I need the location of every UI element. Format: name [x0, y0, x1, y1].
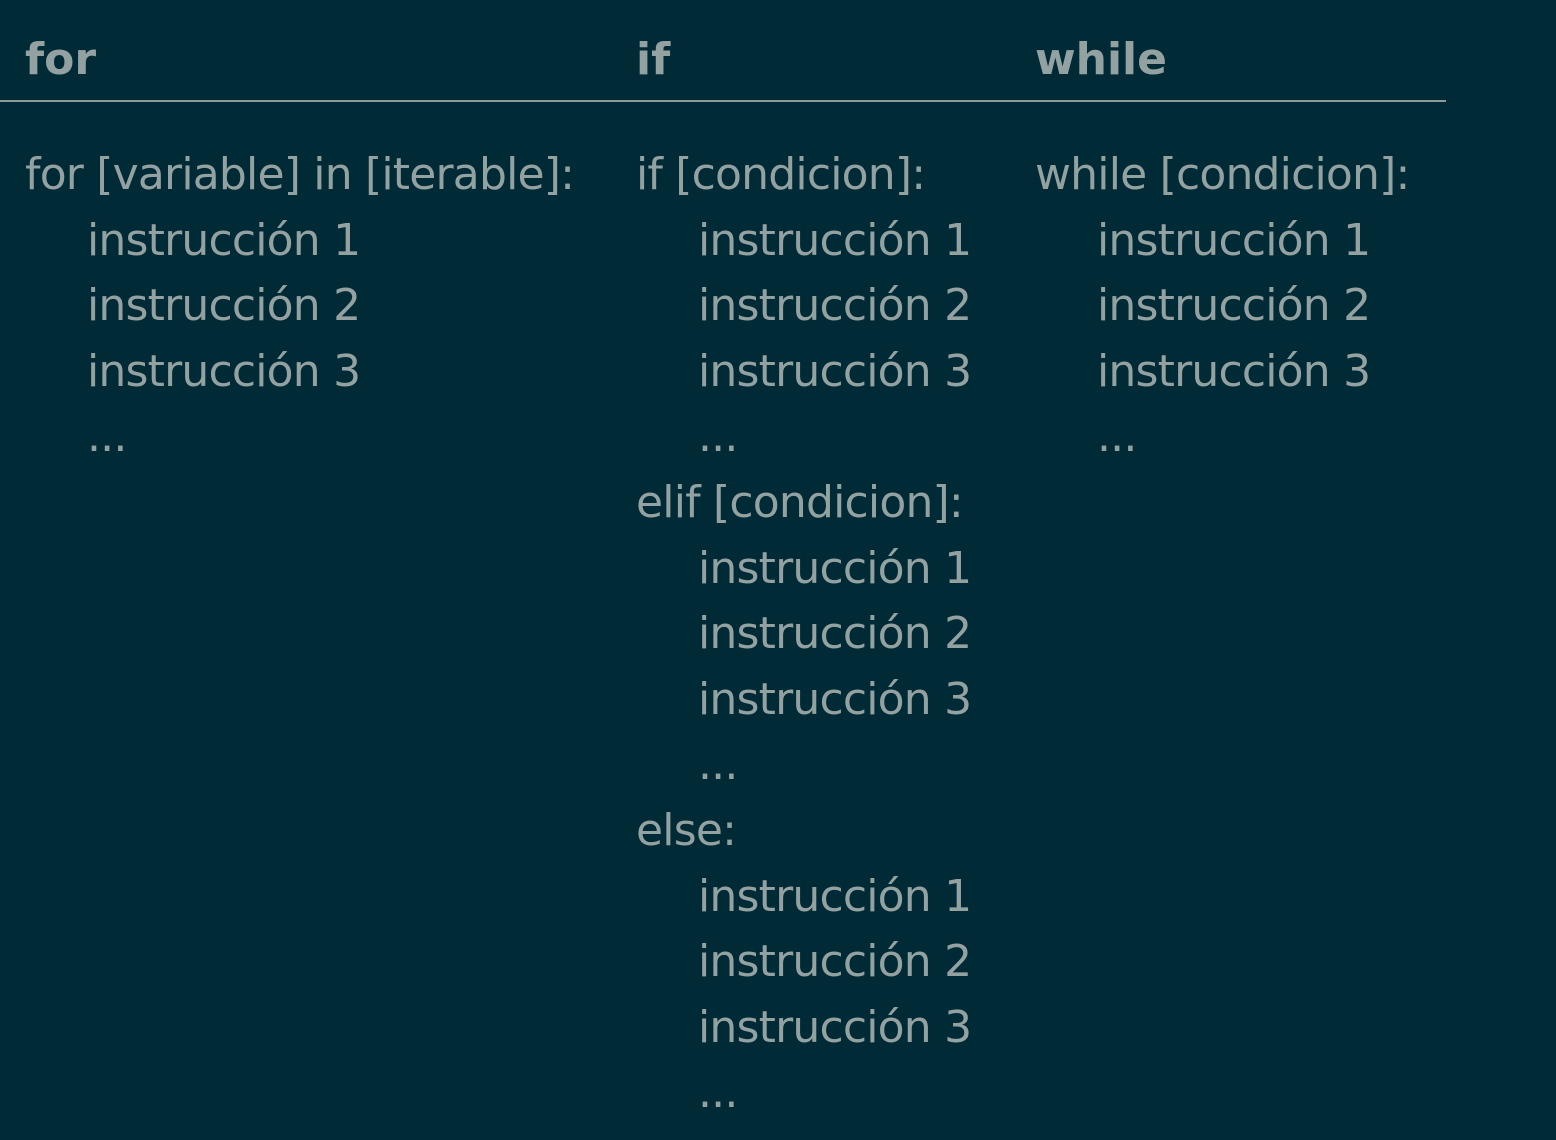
while-instruction-line: instrucción 2 — [1097, 280, 1371, 332]
loop-syntax-table: for if while for [variable] in [iterable… — [0, 0, 1446, 1118]
header-if: if — [636, 34, 671, 85]
elif-ellipsis-line: ... — [698, 739, 738, 791]
table-header-row: for if while — [0, 0, 1446, 102]
if-ellipsis-line: ... — [698, 411, 738, 463]
elif-instruction-line: instrucción 2 — [698, 608, 972, 660]
while-statement-line: while [condicion]: — [1035, 149, 1410, 200]
else-instruction-line: instrucción 1 — [698, 870, 972, 922]
for-ellipsis-line: ... — [87, 411, 127, 463]
if-instruction-line: instrucción 3 — [698, 345, 972, 397]
else-instruction-line: instrucción 2 — [698, 936, 972, 988]
for-syntax-column: for [variable] in [iterable]: instrucció… — [25, 142, 575, 470]
if-instruction-line: instrucción 2 — [698, 280, 972, 332]
for-instruction-line: instrucción 3 — [87, 345, 361, 397]
header-while: while — [1035, 34, 1167, 85]
for-instruction-line: instrucción 2 — [87, 280, 361, 332]
else-instruction-line: instrucción 3 — [698, 1001, 972, 1053]
while-syntax-column: while [condicion]: instrucción 1 instruc… — [1035, 142, 1410, 470]
header-for: for — [25, 34, 97, 85]
if-statement-line: if [condicion]: — [636, 149, 926, 200]
for-instruction-line: instrucción 1 — [87, 214, 361, 266]
elif-instruction-line: instrucción 3 — [698, 673, 972, 725]
elif-instruction-line: instrucción 1 — [698, 542, 972, 594]
while-instruction-line: instrucción 3 — [1097, 345, 1371, 397]
else-statement-line: else: — [636, 804, 737, 856]
else-ellipsis-line: ... — [698, 1067, 738, 1119]
while-instruction-line: instrucción 1 — [1097, 214, 1371, 266]
if-instruction-line: instrucción 1 — [698, 214, 972, 266]
while-ellipsis-line: ... — [1097, 411, 1137, 463]
if-syntax-column: if [condicion]: instrucción 1 instrucció… — [636, 142, 972, 1126]
elif-statement-line: elif [condicion]: — [636, 476, 964, 528]
for-statement-line: for [variable] in [iterable]: — [25, 149, 575, 200]
